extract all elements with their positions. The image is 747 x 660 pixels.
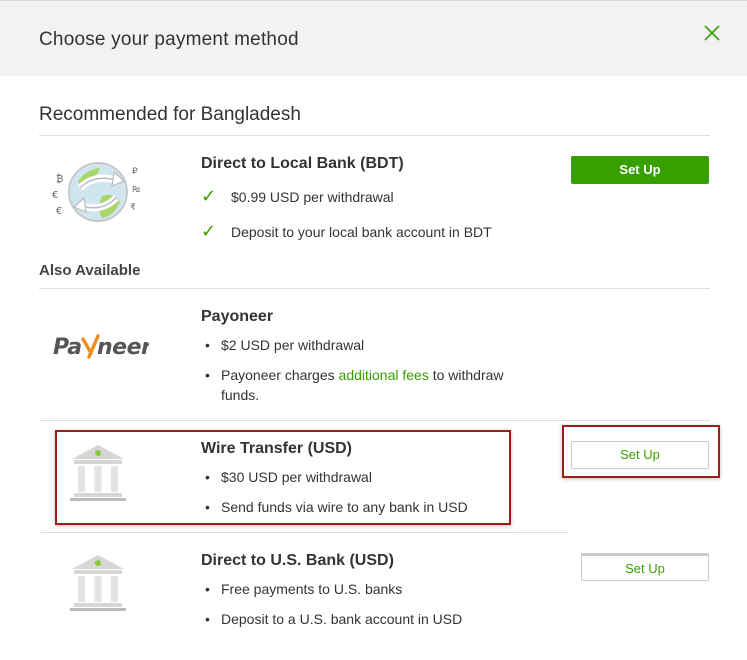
feature-text: Deposit to a U.S. bank account in USD (221, 611, 463, 627)
divider (39, 420, 710, 421)
svg-text:₹: ₹ (130, 203, 136, 213)
setup-button-us-bank[interactable]: Set Up (581, 553, 709, 581)
feature-item: • Free payments to U.S. banks (205, 579, 555, 599)
feature-text: Deposit to your local bank account in BD… (231, 223, 492, 240)
payoneer-wordmark: Pa neer (53, 334, 154, 360)
bank-icon (70, 555, 126, 611)
bullet: • (205, 367, 210, 383)
recommended-heading: Recommended for Bangladesh (39, 104, 301, 125)
setup-button-wire-transfer[interactable]: Set Up (571, 441, 709, 469)
setup-button-local-bank[interactable]: Set Up (571, 156, 709, 184)
payoneer-logo: Pa neer (53, 330, 154, 366)
check-icon: ✓ (201, 221, 217, 241)
bank-icon (70, 445, 126, 501)
feature-item: • Send funds via wire to any bank in USD (205, 497, 555, 517)
bullet: • (205, 499, 210, 515)
bullet: • (205, 337, 210, 353)
svg-text:neer: neer (97, 335, 149, 360)
method-title-payoneer: Payoneer (201, 308, 274, 325)
feature-text: Free payments to U.S. banks (221, 581, 403, 597)
currency-globe-icon: ₿ € € ₽ ₨ ₹ (52, 162, 141, 222)
modal-header: Choose your payment method (0, 0, 747, 76)
method-title-wire-transfer: Wire Transfer (USD) (201, 440, 352, 457)
feature-text: $30 USD per withdrawal (221, 469, 372, 485)
divider (39, 532, 568, 533)
additional-fees-link[interactable]: additional fees (339, 367, 429, 383)
feature-item: • $30 USD per withdrawal (205, 467, 555, 487)
svg-text:€: € (56, 206, 62, 217)
close-button[interactable] (700, 21, 724, 45)
feature-item: • Payoneer charges additional fees to wi… (205, 365, 545, 405)
svg-text:₽: ₽ (132, 167, 138, 177)
also-available-heading: Also Available (39, 262, 141, 279)
method-title-local-bank: Direct to Local Bank (BDT) (201, 155, 404, 172)
bullet: • (205, 611, 210, 627)
feature-item: ✓ Deposit to your local bank account in … (201, 221, 492, 242)
svg-text:₨: ₨ (132, 185, 141, 194)
bullet: • (205, 581, 210, 597)
fee-note-text: Payoneer charges (221, 367, 339, 383)
feature-text: $0.99 USD per withdrawal (231, 188, 394, 205)
feature-text: Send funds via wire to any bank in USD (221, 499, 468, 515)
feature-text: $2 USD per withdrawal (221, 337, 365, 353)
close-icon (704, 25, 720, 41)
check-icon: ✓ (201, 186, 217, 206)
svg-text:₿: ₿ (56, 173, 63, 185)
method-title-us-bank: Direct to U.S. Bank (USD) (201, 552, 394, 569)
divider (39, 135, 710, 136)
svg-text:€: € (52, 190, 58, 201)
feature-item: • $2 USD per withdrawal (205, 335, 555, 355)
divider (39, 288, 710, 289)
bullet: • (205, 469, 210, 485)
svg-text:Pa: Pa (53, 335, 82, 360)
feature-item: ✓ $0.99 USD per withdrawal (201, 186, 394, 207)
feature-item: • Deposit to a U.S. bank account in USD (205, 609, 555, 629)
modal-title: Choose your payment method (39, 29, 299, 50)
